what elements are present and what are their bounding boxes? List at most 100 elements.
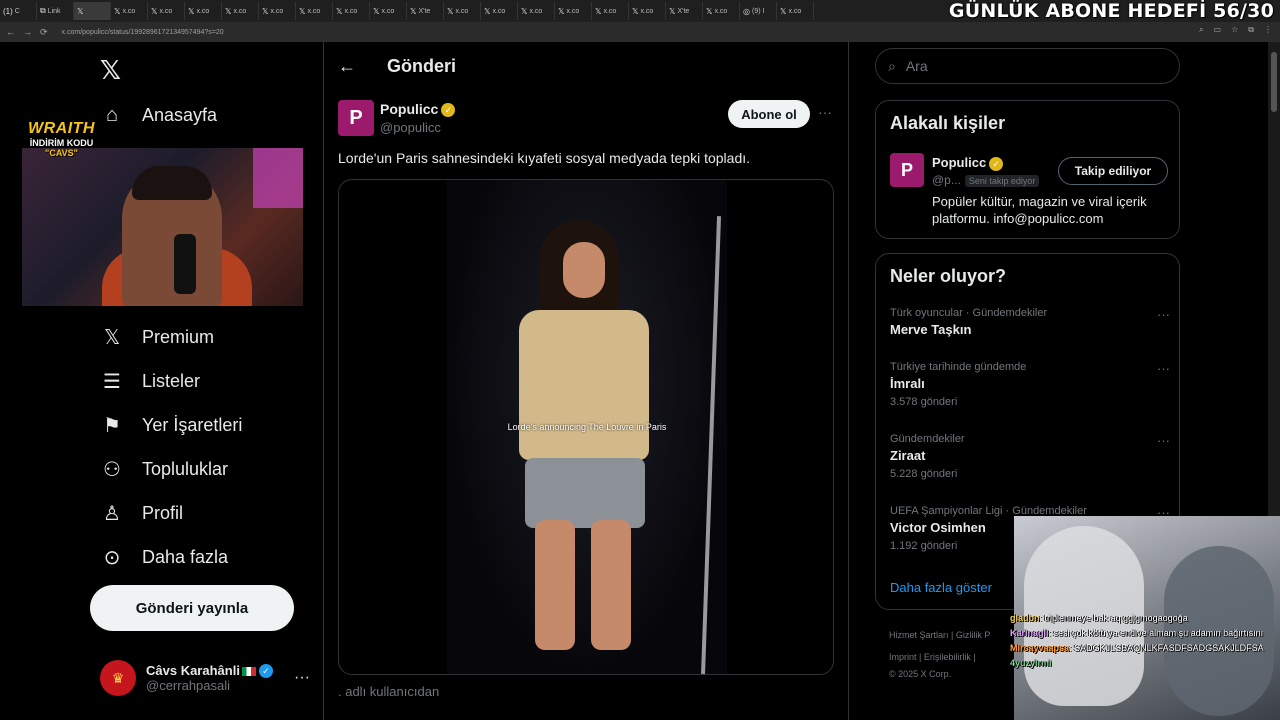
performer-leg-right [591,520,631,650]
browser-tab[interactable]: 𝕏x.co [333,2,370,20]
back-nav-icon[interactable]: ← [6,27,15,37]
post-video[interactable]: Lorde's announcing The Louvre in Paris [338,179,834,675]
avatar: ♛ [100,660,136,696]
post-more-icon[interactable]: ··· [818,104,832,120]
x-logo-icon[interactable]: 𝕏 [100,55,121,86]
tab-favicon-icon: 𝕏 [225,6,232,16]
italy-flag-icon [241,666,256,676]
trend-more-icon[interactable]: ··· [1157,307,1170,322]
browser-tab[interactable]: 𝕏 X'te [666,2,703,20]
tab-label: x.co [159,7,173,15]
trend-item[interactable]: Türk oyuncular · Gündemdekiler Merve Taş… [890,307,1170,337]
author-name: Populicc [380,101,439,117]
relevant-avatar[interactable]: P [890,153,924,187]
url-field[interactable]: x.com/populicc/status/199289617213495749… [62,29,224,36]
tab-favicon-icon: 𝕏 [188,6,195,16]
subscribe-button[interactable]: Abone ol [728,100,810,128]
browser-tab[interactable]: 𝕏x.co [259,2,296,20]
reload-icon[interactable]: ⟳ [40,27,48,38]
browser-tab[interactable]: 𝕏x.co [111,2,148,20]
tab-favicon-icon: ◎ [743,6,750,16]
tab-label: X'te [418,7,431,15]
browser-tab[interactable]: 𝕏x.co [444,2,481,20]
relevant-handle: @p... [932,173,961,187]
author-handle[interactable]: @populicc [380,120,441,135]
back-arrow-icon[interactable]: ← [338,56,356,77]
browser-tab[interactable]: 𝕏 X'te [407,2,444,20]
browser-tab[interactable]: 𝕏x.co [185,2,222,20]
browser-tab[interactable]: 𝕏x.co [703,2,740,20]
scrollbar-thumb[interactable] [1271,52,1277,112]
trend-context: Türk oyuncular · Gündemdekiler [890,307,1048,319]
browser-tab[interactable]: 𝕏x.co [555,2,592,20]
trend-item[interactable]: Türkiye tarihinde gündemde İmralı 3.578 … [890,361,1170,408]
account-switcher[interactable]: ♛ Câvs Karahânli ✓ @cerrahpasali ··· [100,660,310,696]
extensions-icon[interactable]: ⧉ [1248,25,1254,35]
performer-leg-left [535,520,575,650]
browser-tab[interactable]: 𝕏x.co [777,2,814,20]
tab-favicon-icon: 𝕏 [595,6,602,16]
account-handle: @cerrahpasali [146,678,231,694]
search-placeholder: Ara [905,58,928,74]
author-name-row[interactable]: Populicc ✓ [380,101,456,118]
video-caption: Lorde's announcing The Louvre in Paris [507,422,667,432]
search-input[interactable]: ⌕ Ara [875,48,1180,84]
nav-more[interactable]: ⊙ Daha fazla [100,545,228,570]
nav-communities[interactable]: ⚇ Topluluklar [100,457,228,482]
nav-home[interactable]: ⌂ Anasayfa [100,104,217,127]
forward-nav-icon[interactable]: → [23,27,32,37]
trend-item[interactable]: Gündemdekiler Ziraat 5.228 gönderi ··· [890,433,1170,480]
browser-tab[interactable]: 𝕏x.co [148,2,185,20]
trend-more-icon[interactable]: ··· [1157,433,1170,448]
tab-label: x.co [344,7,358,15]
verified-gold-badge-icon: ✓ [989,156,1004,171]
tab-favicon-icon: 𝕏 [410,6,417,16]
following-button[interactable]: Takip ediliyor [1058,157,1168,185]
relevant-name-row[interactable]: Populicc ✓ [932,155,1004,171]
show-more-link[interactable]: Daha fazla göster [890,580,992,595]
footer-links-1[interactable]: Hizmet Şartları | Gizlilik P [889,630,990,640]
search-icon: ⌕ [888,57,896,74]
browser-address-bar: ← → ⟳ x.com/populicc/status/199289617213… [0,22,1280,42]
stream-goal-overlay: GÜNLÜK ABONE HEDEFİ 56/30 [948,0,1274,22]
browser-tab[interactable]: (1) C [0,2,37,20]
menu-icon[interactable]: ⋮ [1264,25,1272,35]
author-avatar[interactable]: P [338,100,374,136]
browser-tab[interactable]: ◎ (9) I [740,2,777,20]
trend-title: İmralı [890,376,925,391]
tab-label: x.co [603,7,617,15]
browser-tab[interactable]: 𝕏x.co [592,2,629,20]
post-text: Lorde'un Paris sahnesindeki kıyafeti sos… [338,150,751,166]
nav-lists[interactable]: ☰ Listeler [100,369,200,394]
bookmark-icon: ⚑ [103,415,121,437]
browser-tab[interactable]: 𝕏x.co [370,2,407,20]
footer-copyright: © 2025 X Corp. [889,669,952,679]
cast-icon[interactable]: ▭ [1214,25,1222,35]
browser-tab[interactable]: 𝕏x.co [481,2,518,20]
zoom-icon[interactable]: ⌕ [1199,25,1203,35]
trend-more-icon[interactable]: ··· [1157,361,1170,376]
nav-premium[interactable]: 𝕏 Premium [100,325,214,350]
browser-tab[interactable]: ⧉ Link [37,2,74,20]
post-button[interactable]: Gönderi yayınla [90,585,294,631]
footer-links-2[interactable]: Imprint | Erişilebilirlik | [889,652,976,662]
nav-bookmarks[interactable]: ⚑ Yer İşaretleri [100,413,242,438]
account-more-icon[interactable]: ··· [294,669,310,687]
chat-user: Mircayvaapsa [1010,643,1070,653]
browser-tab[interactable]: 𝕏x.co [629,2,666,20]
nav-profile[interactable]: ♙ Profil [100,501,183,526]
trend-title: Merve Taşkın [890,322,972,337]
trend-title: Ziraat [890,448,926,463]
tab-favicon-icon: 𝕏 [706,6,713,16]
profile-icon: ♙ [103,503,121,525]
browser-tab[interactable]: 𝕏 [74,2,111,20]
browser-tab[interactable]: 𝕏x.co [518,2,555,20]
column-divider-left [323,42,324,720]
trend-count: 5.228 gönderi [890,468,958,480]
nav-communities-label: Topluluklar [142,459,229,479]
browser-tab[interactable]: 𝕏x.co [222,2,259,20]
relevant-handle-row: @p... Seni takip ediyor [932,173,1040,187]
browser-tab[interactable]: 𝕏x.co [296,2,333,20]
bookmark-star-icon[interactable]: ☆ [1231,25,1238,35]
chat-message: 4yuzyirmi [1010,656,1270,671]
